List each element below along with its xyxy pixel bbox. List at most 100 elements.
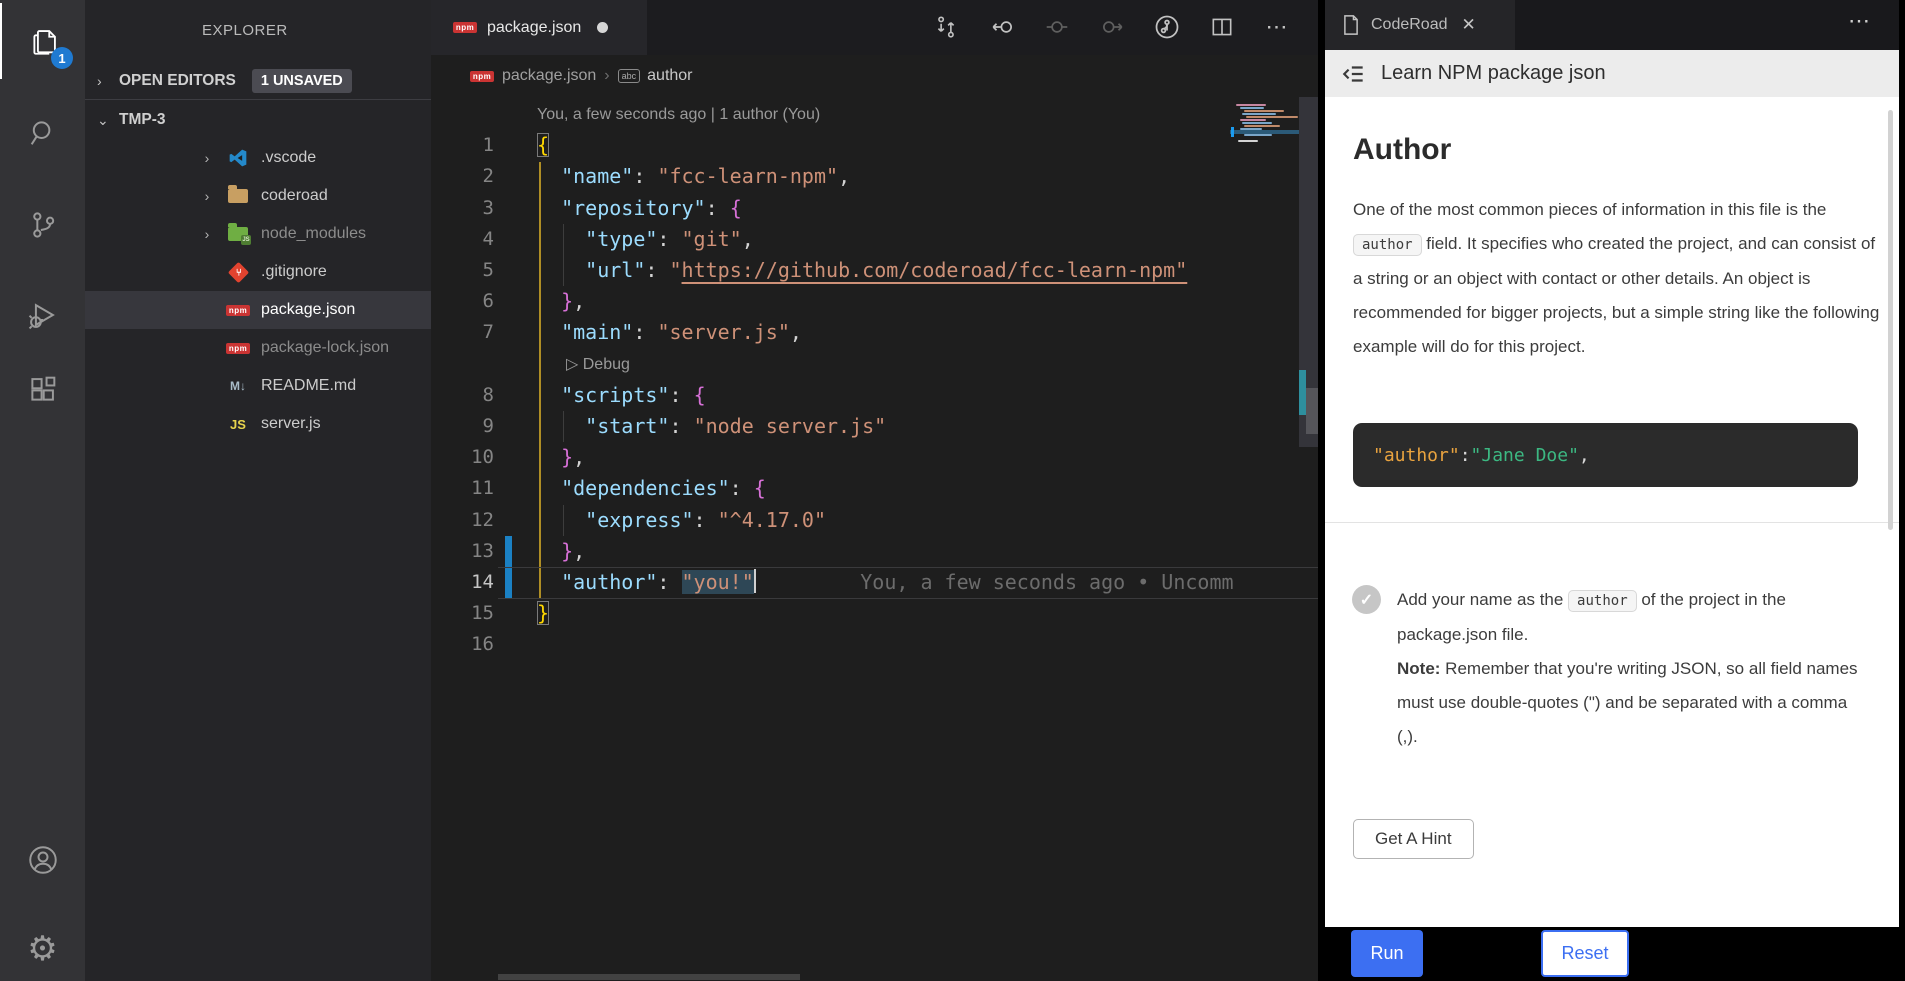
tree-item-server-js[interactable]: JSserver.js [85,405,431,443]
reset-button[interactable]: Reset [1541,930,1629,977]
tree-item--gitignore[interactable]: ⑂.gitignore [85,253,431,291]
more-actions-icon[interactable]: ⋯ [1258,8,1296,46]
tree-item-label: .vscode [261,149,316,167]
tree-item-label: package.json [261,301,355,319]
webview-more-actions[interactable]: ⋯ [1848,8,1870,34]
npm-file-icon: npm [453,16,477,40]
tree-item-readme-md[interactable]: M↓README.md [85,367,431,405]
code-line-6[interactable]: }, [537,286,1318,317]
workspace-root-label: TMP-3 [119,111,166,129]
file-icon [1341,14,1361,36]
code-line-7[interactable]: "main": "server.js", [537,317,1318,348]
close-icon[interactable]: ✕ [1462,15,1476,35]
chevron-right-icon: › [199,150,215,166]
chevron-right-icon: › [97,73,111,89]
webview-scrollbar[interactable] [1888,110,1893,530]
record-icon[interactable] [1038,8,1076,46]
horizontal-scrollbar[interactable] [498,974,800,980]
step-back-icon[interactable] [984,8,1022,46]
tree-item-label: package-lock.json [261,339,389,357]
line-number: 15 [431,598,494,629]
minimap-line [1244,125,1280,127]
tree-item--vscode[interactable]: › .vscode [85,139,431,177]
minimap-line [1236,104,1266,106]
explorer-activity-button[interactable]: 1 [0,3,87,79]
search-activity-button[interactable] [0,95,85,171]
workspace-root-row[interactable]: ⌄ TMP-3 [85,101,431,139]
open-editors-section[interactable]: › OPEN EDITORS 1 UNSAVED [85,62,431,100]
code-line-13[interactable]: }, [537,536,1318,567]
codelens-authors[interactable]: You, a few seconds ago | 1 author (You) [537,99,820,130]
modified-dot-icon [597,22,608,33]
folder-icon [226,184,250,208]
code-line-4[interactable]: "type": "git", [537,224,1318,255]
codelens-debug[interactable]: ▷ Debug [566,349,630,380]
tree-item-node-modules[interactable]: ›JSnode_modules [85,215,431,253]
line-number: 8 [431,380,494,411]
minimap-current-line [1230,130,1299,134]
run-debug-icon [26,298,60,332]
tab-coderoad[interactable]: CodeRoad ✕ [1325,0,1515,50]
code-line-9[interactable]: "start": "node server.js" [537,411,1318,442]
vscode-icon [226,146,250,170]
tutorial-title: Learn NPM package json [1381,62,1606,85]
bracket-guide [539,162,541,598]
account-icon [25,842,61,878]
tree-item-package-json[interactable]: npm package.json [85,291,431,329]
account-button[interactable] [0,822,85,898]
code-line-15[interactable]: } [537,598,1318,629]
window-edge [1899,0,1905,981]
source-control-icon [26,208,60,242]
compare-changes-icon[interactable] [927,8,965,46]
example-code-block: "author": "Jane Doe", [1353,423,1858,487]
divider [85,99,431,100]
breadcrumb: npm package.json › abc author [431,55,1319,97]
code-line-8[interactable]: "scripts": { [537,380,1318,411]
continue-icon[interactable] [1093,8,1131,46]
panel-divider[interactable] [1318,0,1325,981]
npm-icon: npm [226,336,250,360]
divider [1325,522,1899,523]
extensions-activity-button[interactable] [0,351,85,427]
code-line-11[interactable]: "dependencies": { [537,473,1318,504]
breadcrumb-symbol[interactable]: author [647,67,692,85]
source-control-activity-button[interactable] [0,187,85,263]
code-line-2[interactable]: "name": "fcc-learn-npm", [537,161,1318,192]
minimap-line [1238,140,1258,142]
code-line-1[interactable]: { [537,130,1318,161]
code-line-10[interactable]: }, [537,442,1318,473]
js-icon: JS [226,412,250,436]
menu-back-icon[interactable] [1341,61,1367,87]
settings-button[interactable]: ⚙ [0,911,85,981]
step-heading: Author [1353,133,1451,167]
task-text: Add your name as the author of the proje… [1397,583,1867,754]
split-editor-icon[interactable] [1203,8,1241,46]
code-line-12[interactable]: "express": "^4.17.0" [537,505,1318,536]
git-history-icon[interactable] [1148,8,1186,46]
npm-icon: npm [226,298,250,322]
code-line-3[interactable]: "repository": { [537,193,1318,224]
breadcrumb-file[interactable]: package.json [502,67,596,85]
code-line-14[interactable]: "author": "you!"You, a few seconds ago •… [537,567,1318,598]
run-button[interactable]: Run [1351,930,1423,977]
unsaved-badge: 1 UNSAVED [252,69,352,93]
code-line-16[interactable] [537,629,1318,660]
tree-item-label: node_modules [261,225,366,243]
tree-item-package-lock-json[interactable]: npm package-lock.json [85,329,431,367]
activity-bar: 1 [0,0,85,981]
search-icon [26,116,60,150]
get-hint-button[interactable]: Get A Hint [1353,819,1474,859]
tree-item-label: README.md [261,377,356,395]
line-number: 7 [431,317,494,348]
text-cursor [754,569,757,593]
minimap[interactable] [1230,97,1299,597]
run-debug-activity-button[interactable] [0,277,85,353]
coderoad-header: Learn NPM package json [1325,50,1899,97]
code-line-5[interactable]: "url": "https://github.com/coderoad/fcc-… [537,255,1318,286]
line-number: 10 [431,442,494,473]
extensions-icon [26,372,60,406]
tab-package-json[interactable]: npm package.json [431,0,647,55]
tree-item-coderoad[interactable]: ›coderoad [85,177,431,215]
line-number: 1 [431,130,494,161]
line-number: 4 [431,224,494,255]
